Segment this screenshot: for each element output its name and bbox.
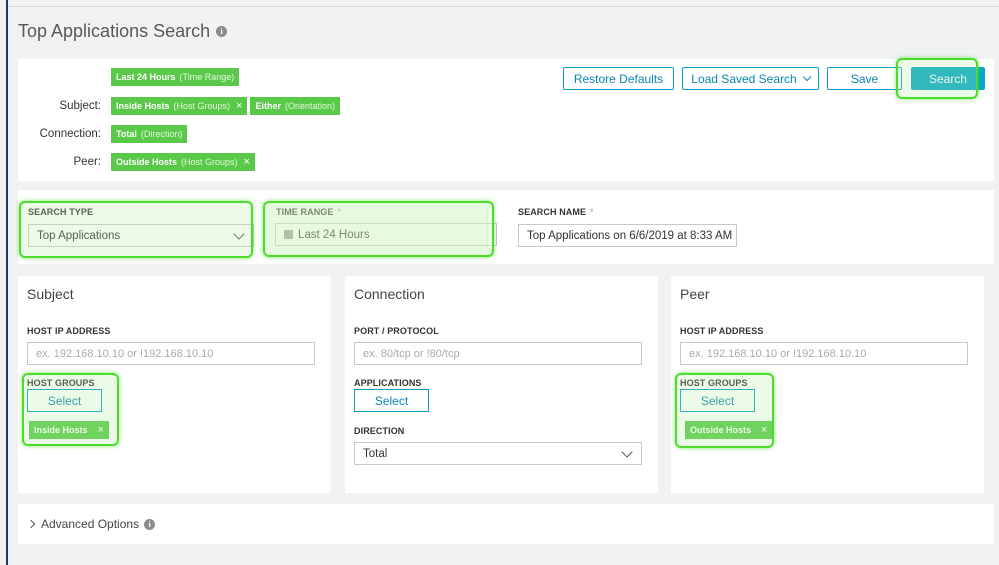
chip-value: Inside Hosts xyxy=(116,101,170,111)
chip-kind: (Host Groups) xyxy=(173,101,231,111)
peer-hostgroup-chip: Outside Hosts (Host Groups) × xyxy=(111,153,255,171)
peer-card: Peer HOST IP ADDRESS ex. 192.168.10.10 o… xyxy=(671,276,984,493)
search-type-value: Top Applications xyxy=(37,229,121,242)
chevron-right-icon xyxy=(26,519,36,529)
peer-card-title: Peer xyxy=(680,286,710,302)
chip-value: Outside Hosts xyxy=(690,425,752,435)
subject-ip-input[interactable]: ex. 192.168.10.10 or !192.168.10.10 xyxy=(27,342,315,365)
remove-chip-icon[interactable]: × xyxy=(244,156,250,168)
peer-ip-input[interactable]: ex. 192.168.10.10 or !192.168.10.10 xyxy=(680,342,968,365)
peer-host-groups-label: HOST GROUPS xyxy=(680,378,748,388)
save-button[interactable]: Save xyxy=(827,67,902,90)
connection-card-title: Connection xyxy=(354,286,425,302)
chevron-down-icon xyxy=(621,446,633,458)
applications-label: APPLICATIONS xyxy=(354,378,422,388)
load-saved-search-label: Load Saved Search xyxy=(691,71,797,86)
time-range-label: TIME RANGE * xyxy=(276,207,341,217)
search-type-select[interactable]: Top Applications xyxy=(28,224,254,247)
chip-kind: (Host Groups) xyxy=(181,157,238,167)
summary-peer-row: Peer: Outside Hosts (Host Groups) × xyxy=(18,153,258,171)
advanced-options-toggle[interactable]: Advanced Options i xyxy=(26,517,156,531)
search-name-input[interactable]: Top Applications on 6/6/2019 at 8:33 AM xyxy=(518,224,737,247)
chip-value: Outside Hosts xyxy=(116,157,178,167)
subject-card-title: Subject xyxy=(27,286,74,302)
time-range-label-text: TIME RANGE xyxy=(276,207,334,217)
search-type-label: SEARCH TYPE xyxy=(28,207,94,217)
remove-chip-icon[interactable]: × xyxy=(236,100,242,112)
chip-value: Inside Hosts xyxy=(34,425,88,435)
chevron-down-icon xyxy=(802,72,811,81)
subject-host-groups-label: HOST GROUPS xyxy=(27,378,95,388)
time-range-value: Last 24 Hours xyxy=(298,228,370,241)
connection-card: Connection PORT / PROTOCOL ex. 80/tcp or… xyxy=(345,276,658,493)
time-range-chip: Last 24 Hours (Time Range) xyxy=(111,68,240,86)
page-title: Top Applications Search i xyxy=(18,21,228,42)
subject-label: Subject: xyxy=(59,100,101,112)
chip-kind: (Orientation) xyxy=(284,101,336,111)
summary-subject-row: Subject: Inside Hosts (Host Groups) × Ei… xyxy=(18,97,343,115)
chip-kind: (Time Range) xyxy=(179,72,235,82)
direction-label: DIRECTION xyxy=(354,426,405,436)
advanced-options-panel[interactable]: Advanced Options i xyxy=(18,504,994,544)
subject-inside-hosts-chip: Inside Hosts × xyxy=(29,421,109,439)
direction-select[interactable]: Total xyxy=(354,442,642,465)
required-mark: * xyxy=(337,207,342,217)
peer-ip-label: HOST IP ADDRESS xyxy=(680,326,764,336)
subject-hostgroup-chip: Inside Hosts (Host Groups) × xyxy=(111,97,248,115)
direction-value: Total xyxy=(363,447,388,460)
search-summary-panel: Last 24 Hours (Time Range) Subject: Insi… xyxy=(18,59,994,181)
chip-value: Last 24 Hours xyxy=(116,72,176,82)
required-mark: * xyxy=(590,207,594,217)
info-icon[interactable]: i xyxy=(216,26,228,37)
chip-kind: (Direction) xyxy=(140,129,183,139)
remove-chip-icon[interactable]: × xyxy=(761,424,767,436)
search-settings-panel: SEARCH TYPE Top Applications TIME RANGE *… xyxy=(18,190,994,264)
search-name-label: SEARCH NAME * xyxy=(518,207,594,217)
load-saved-search-button[interactable]: Load Saved Search xyxy=(682,67,819,90)
page-title-text: Top Applications Search xyxy=(18,21,211,41)
restore-defaults-button[interactable]: Restore Defaults xyxy=(563,67,674,90)
info-icon[interactable]: i xyxy=(144,518,156,530)
peer-outside-hosts-chip: Outside Hosts × xyxy=(685,421,773,439)
page: Top Applications Search i Last 24 Hours … xyxy=(8,0,999,565)
search-name-label-text: SEARCH NAME xyxy=(518,207,587,217)
port-protocol-input[interactable]: ex. 80/tcp or !80/tcp xyxy=(354,342,642,365)
connection-label: Connection: xyxy=(39,128,101,140)
top-divider xyxy=(8,6,999,7)
advanced-options-label: Advanced Options xyxy=(41,517,140,531)
remove-chip-icon[interactable]: × xyxy=(98,424,104,436)
summary-connection-row: Connection: Total (Direction) xyxy=(18,125,190,143)
peer-host-groups-select-button[interactable]: Select xyxy=(680,389,755,412)
subject-card: Subject HOST IP ADDRESS ex. 192.168.10.1… xyxy=(18,276,331,493)
peer-label: Peer: xyxy=(73,156,102,168)
subject-host-groups-select-button[interactable]: Select xyxy=(27,389,102,412)
calendar-icon xyxy=(284,230,293,239)
chip-value: Either xyxy=(255,101,281,111)
time-range-field[interactable]: Last 24 Hours xyxy=(275,223,497,246)
chip-value: Total xyxy=(116,129,137,139)
subject-orientation-chip: Either (Orientation) xyxy=(250,97,341,115)
connection-direction-chip: Total (Direction) xyxy=(111,125,188,143)
applications-select-button[interactable]: Select xyxy=(354,389,429,412)
subject-ip-label: HOST IP ADDRESS xyxy=(27,326,111,336)
search-button[interactable]: Search xyxy=(911,67,985,90)
port-protocol-label: PORT / PROTOCOL xyxy=(354,326,439,336)
summary-time-row: Last 24 Hours (Time Range) xyxy=(111,68,242,86)
chevron-down-icon xyxy=(233,228,245,240)
